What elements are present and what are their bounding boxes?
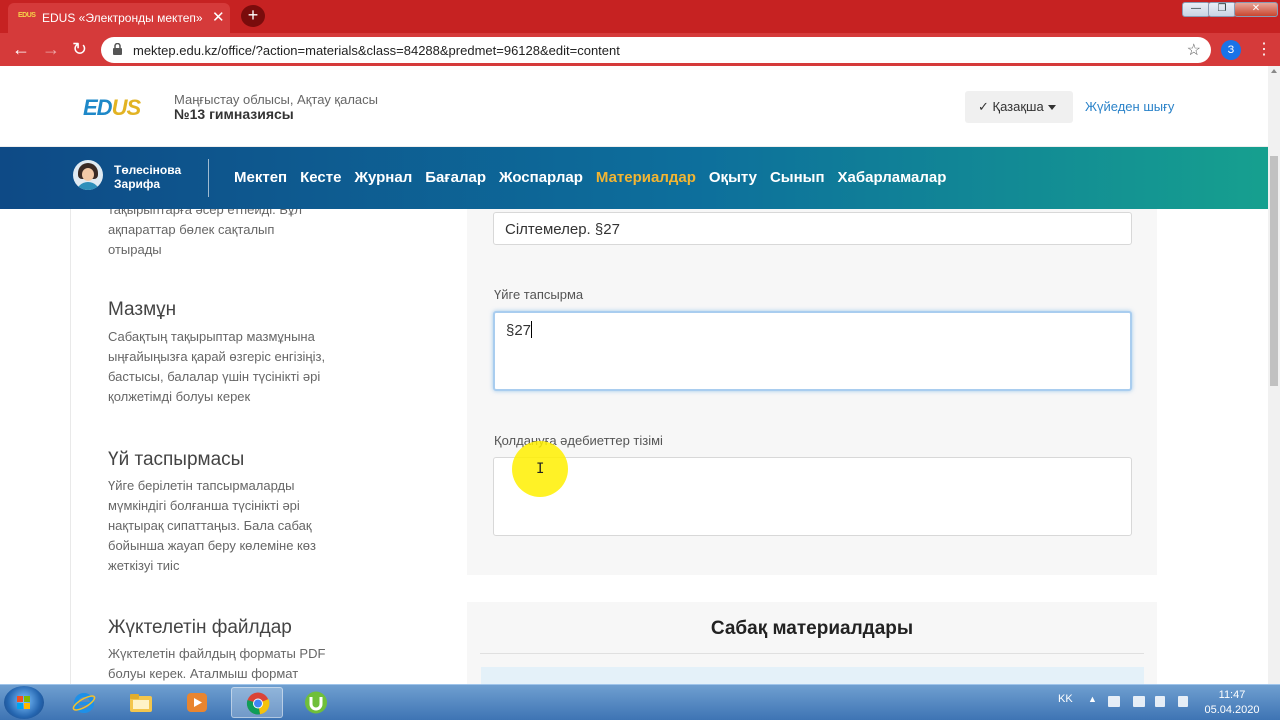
- clock-time: 11:47: [1218, 689, 1246, 701]
- language-label: ✓ Қазақша: [978, 99, 1044, 114]
- help-homework-title: Үй таспырмасы: [108, 449, 245, 470]
- forward-icon[interactable]: →: [42, 38, 60, 60]
- page-viewport: EDUS Маңғыстау облысы, Ақтау қаласы №13 …: [0, 66, 1268, 684]
- lock-icon: [113, 43, 122, 55]
- network-icon[interactable]: [1133, 696, 1145, 707]
- page-scrollbar[interactable]: [1268, 66, 1280, 684]
- minimize-button[interactable]: —: [1182, 2, 1210, 17]
- literature-label: Қолдануға әдебиеттер тізімі: [494, 433, 663, 448]
- show-hidden-icons-icon[interactable]: ▲: [1088, 694, 1100, 705]
- language-indicator[interactable]: KK: [1058, 693, 1073, 705]
- text-cursor-icon: I: [536, 461, 545, 477]
- school-name: №13 гимназиясы: [174, 106, 294, 122]
- nav-item-materialdar[interactable]: Материалдар: [596, 169, 696, 186]
- taskbar-explorer[interactable]: [115, 687, 167, 718]
- action-center-icon[interactable]: [1108, 696, 1120, 707]
- left-border: [70, 209, 71, 684]
- close-window-button[interactable]: ✕: [1234, 2, 1278, 17]
- screen: EDUS EDUS «Электронды мектеп» - N ✕ + — …: [0, 0, 1280, 720]
- nav-item-bagalar[interactable]: Бағалар: [425, 169, 486, 186]
- nav-item-kesta[interactable]: Кесте: [300, 169, 341, 186]
- browser-menu-icon[interactable]: ⋮: [1256, 39, 1272, 59]
- taskbar-media-player[interactable]: [171, 687, 223, 718]
- url-text: mektep.edu.kz/office/?action=materials&c…: [133, 43, 620, 58]
- nav-item-okytu[interactable]: Оқыту: [709, 169, 757, 186]
- maximize-button[interactable]: ❐: [1208, 2, 1236, 17]
- materials-divider: [480, 653, 1144, 654]
- page-content: тақырыптарға әсер етпейді. Бұл ақпаратта…: [0, 209, 1268, 684]
- start-button[interactable]: [4, 686, 44, 719]
- taskbar-utorrent[interactable]: [290, 687, 342, 718]
- reload-icon[interactable]: ↻: [72, 38, 87, 60]
- tab-title: EDUS «Электронды мектеп» - N: [42, 11, 206, 25]
- back-icon[interactable]: ←: [12, 38, 30, 60]
- homework-textarea[interactable]: §27: [493, 311, 1132, 391]
- region-label: Маңғыстау облысы, Ақтау қаласы: [174, 92, 379, 107]
- media-player-icon: [187, 693, 207, 712]
- main-navbar: Төлесінова Зарифа Мектеп Кесте Журнал Ба…: [0, 147, 1268, 209]
- edus-favicon-icon: EDUS: [18, 12, 36, 19]
- nav-item-mektep[interactable]: Мектеп: [234, 169, 287, 186]
- clock-date: 05.04.2020: [1204, 704, 1260, 716]
- browser-tab-strip: EDUS EDUS «Электронды мектеп» - N ✕ + — …: [0, 0, 1280, 33]
- utorrent-icon: [305, 691, 327, 714]
- help-content-title: Мазмұн: [108, 299, 177, 320]
- user-avatar[interactable]: [73, 160, 103, 190]
- new-tab-button[interactable]: +: [241, 5, 265, 27]
- address-bar[interactable]: mektep.edu.kz/office/?action=materials&c…: [101, 37, 1211, 63]
- nav-menu: Мектеп Кесте Журнал Бағалар Жоспарлар Ма…: [234, 169, 946, 186]
- taskbar-internet-explorer[interactable]: [58, 687, 110, 718]
- volume-icon[interactable]: [1178, 696, 1188, 707]
- bookmark-star-icon[interactable]: ☆: [1187, 40, 1201, 60]
- references-input[interactable]: Сілтемелер. §27: [493, 212, 1132, 245]
- literature-textarea[interactable]: [493, 457, 1132, 536]
- logout-link[interactable]: Жүйеден шығу: [1085, 99, 1174, 114]
- windows-logo-icon: [17, 696, 31, 709]
- nav-item-synyp[interactable]: Сынып: [770, 169, 825, 186]
- text-caret: [531, 321, 533, 338]
- nav-item-habarlamalar[interactable]: Хабарламалар: [838, 169, 947, 186]
- nav-item-zhurnal[interactable]: Журнал: [354, 169, 412, 186]
- edus-logo[interactable]: EDUS: [83, 95, 141, 121]
- browser-toolbar: ← → ↻ mektep.edu.kz/office/?action=mater…: [0, 33, 1280, 66]
- scroll-up-icon[interactable]: [1271, 69, 1277, 73]
- navbar-divider: [208, 159, 209, 197]
- help-content-text: Сабақтың тақырыптар мазмұнына ыңғайыңызғ…: [108, 329, 326, 404]
- language-dropdown[interactable]: ✓ Қазақша: [965, 91, 1073, 123]
- taskbar-clock[interactable]: 11:47 05.04.2020: [1200, 688, 1264, 718]
- folder-icon: [130, 694, 152, 712]
- windows-taskbar: KK ▲ 11:47 05.04.2020: [0, 684, 1280, 720]
- materials-info-box: [481, 667, 1144, 684]
- caret-down-icon: [1047, 105, 1056, 111]
- tab-close-icon[interactable]: ✕: [212, 8, 225, 26]
- site-header: EDUS Маңғыстау облысы, Ақтау қаласы №13 …: [0, 66, 1268, 147]
- help-intro-text: тақырыптарға әсер етпейді. Бұл ақпаратта…: [108, 209, 302, 257]
- browser-tab[interactable]: EDUS EDUS «Электронды мектеп» - N ✕: [8, 3, 230, 33]
- chrome-icon: [246, 692, 270, 715]
- taskbar-chrome[interactable]: [231, 687, 283, 718]
- help-homework-text: Үйге берілетін тапсырмаларды мүмкіндігі …: [108, 478, 316, 573]
- homework-label: Үйге тапсырма: [494, 287, 584, 302]
- scrollbar-thumb[interactable]: [1270, 156, 1278, 386]
- help-files-title: Жүктелетін файлдар: [108, 617, 292, 638]
- profile-avatar[interactable]: З: [1221, 40, 1241, 60]
- internet-explorer-icon: [72, 693, 96, 713]
- materials-title: Сабақ материалдары: [710, 618, 914, 639]
- user-name[interactable]: Төлесінова Зарифа: [114, 163, 181, 191]
- signal-icon[interactable]: [1155, 696, 1165, 707]
- nav-item-zhosparlar[interactable]: Жоспарлар: [499, 169, 583, 186]
- help-files-text: Жүктелетін файлдың форматы PDF болуы кер…: [108, 646, 326, 681]
